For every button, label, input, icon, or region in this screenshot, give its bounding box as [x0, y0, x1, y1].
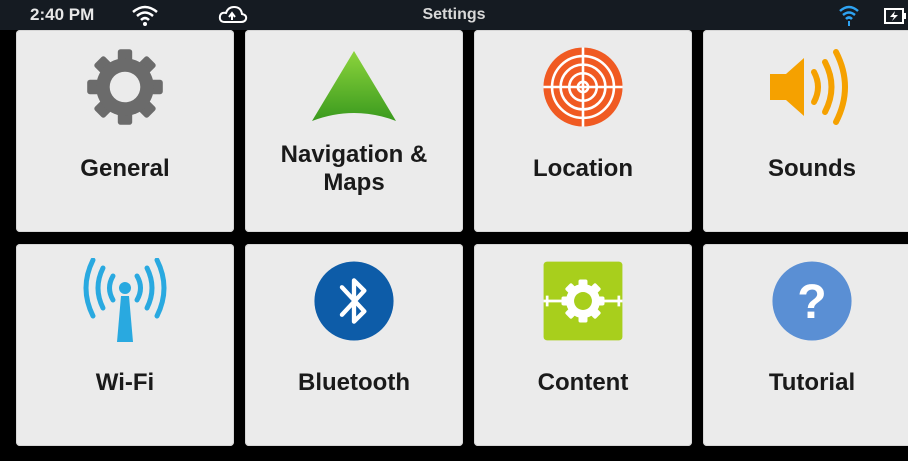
tile-label: Navigation & Maps [280, 141, 428, 196]
bluetooth-icon [245, 256, 463, 346]
tile-content[interactable]: Content [474, 244, 692, 446]
wifi-tower-icon [16, 256, 234, 346]
tile-general[interactable]: General [16, 30, 234, 232]
gear-icon [16, 42, 234, 132]
tile-label: Wi-Fi [95, 369, 155, 396]
tile-location[interactable]: Location [474, 30, 692, 232]
tile-label: Location [533, 155, 633, 182]
tile-label: Bluetooth [298, 369, 410, 396]
tile-label: Sounds [768, 155, 856, 182]
help-icon: ? [703, 256, 908, 346]
tile-navigation-maps[interactable]: Navigation & Maps [245, 30, 463, 232]
tile-label: Tutorial [768, 369, 856, 396]
wifi-signal-icon [838, 3, 860, 32]
tile-bluetooth[interactable]: Bluetooth [245, 244, 463, 446]
settings-grid: General Navigation & Maps Location Sound… [0, 30, 908, 461]
status-bar: 2:40 PM Settings [0, 0, 908, 30]
tile-wifi[interactable]: Wi-Fi [16, 244, 234, 446]
tile-label: Content [537, 369, 629, 396]
tile-tutorial[interactable]: ? Tutorial [703, 244, 908, 446]
speaker-icon [703, 42, 908, 132]
content-gear-icon [474, 256, 692, 346]
tile-label: General [80, 155, 170, 182]
navigation-arrow-icon [245, 42, 463, 132]
svg-text:?: ? [797, 275, 826, 329]
page-title: Settings [422, 6, 486, 23]
battery-charging-icon [884, 8, 906, 29]
location-target-icon [474, 42, 692, 132]
tile-sounds[interactable]: Sounds [703, 30, 908, 232]
